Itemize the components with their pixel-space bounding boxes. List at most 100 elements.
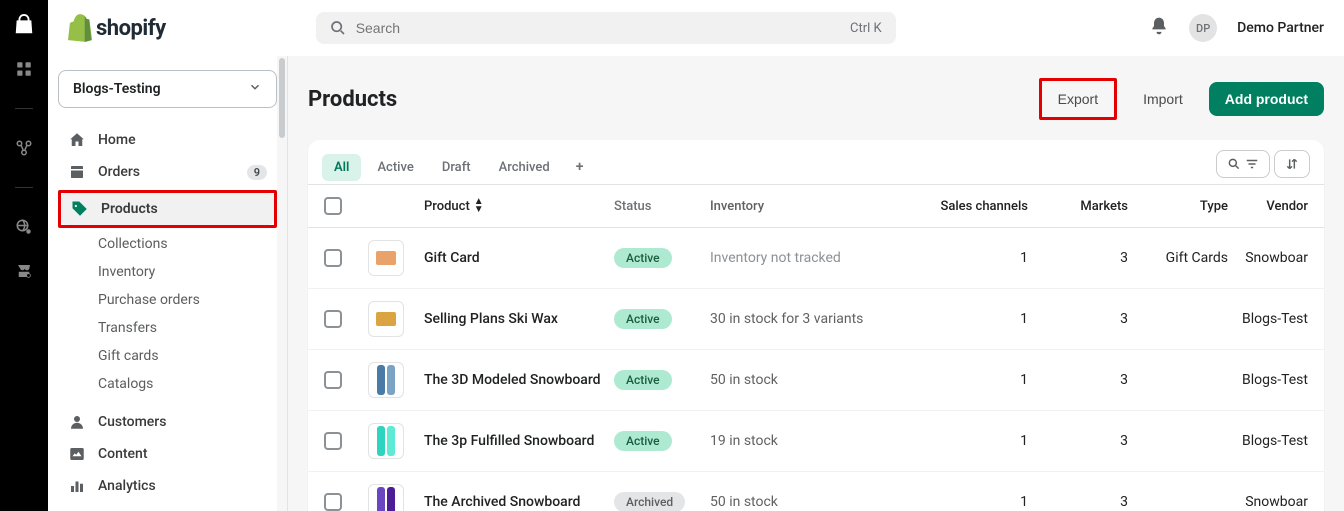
product-thumbnail[interactable] [368, 423, 404, 459]
product-name[interactable]: Selling Plans Ski Wax [424, 311, 558, 327]
select-all-checkbox[interactable] [324, 197, 342, 215]
search-box[interactable]: Ctrl K [316, 12, 896, 44]
vendor-cell: Blogs-Test [1228, 311, 1308, 327]
status-badge: Active [614, 370, 672, 390]
markets-cell: 3 [1028, 433, 1128, 449]
product-thumbnail[interactable] [368, 301, 404, 337]
orders-icon [68, 163, 86, 181]
markets-cell: 3 [1028, 250, 1128, 266]
type-cell: Gift Cards [1128, 250, 1228, 266]
rail-channels-icon[interactable] [13, 137, 35, 159]
header-vendor[interactable]: Vendor [1228, 199, 1308, 214]
export-button[interactable]: Export [1044, 83, 1112, 115]
sidebar-item-content[interactable]: Content [58, 438, 277, 470]
vendor-cell: Snowboar [1228, 494, 1308, 510]
status-badge: Active [614, 248, 672, 268]
header-sales[interactable]: Sales channels [928, 199, 1028, 214]
product-thumbnail[interactable] [368, 362, 404, 398]
row-checkbox[interactable] [324, 493, 342, 511]
header-product[interactable]: Product ▲▼ [424, 198, 614, 214]
header-status[interactable]: Status [614, 199, 710, 214]
row-checkbox[interactable] [324, 310, 342, 328]
product-name[interactable]: The 3D Modeled Snowboard [424, 372, 601, 388]
search-filter-button[interactable] [1216, 150, 1270, 178]
inventory-cell: 19 in stock [710, 433, 928, 449]
search-input[interactable] [356, 20, 840, 36]
products-icon [71, 200, 89, 218]
user-name[interactable]: Demo Partner [1237, 20, 1324, 36]
sidebar-sub-catalogs[interactable]: Catalogs [58, 370, 277, 398]
tab-archived[interactable]: Archived [487, 154, 562, 181]
row-checkbox[interactable] [324, 432, 342, 450]
customers-icon [68, 413, 86, 431]
table-row[interactable]: The Archived SnowboardArchived50 in stoc… [308, 472, 1324, 511]
row-checkbox[interactable] [324, 249, 342, 267]
tab-add-view[interactable]: + [566, 155, 594, 179]
tab-all[interactable]: All [322, 154, 361, 181]
table-row[interactable]: The 3p Fulfilled Snowboard Active 19 in st… [308, 411, 1324, 472]
sidebar-item-label: Orders [98, 164, 140, 180]
header-inventory[interactable]: Inventory [710, 199, 928, 214]
status-badge: Archived [614, 492, 685, 511]
status-badge: Active [614, 309, 672, 329]
sort-button[interactable] [1274, 150, 1310, 178]
table-header: Product ▲▼ Status Inventory Sales channe… [308, 185, 1324, 228]
sidebar-item-orders[interactable]: Orders 9 [58, 156, 277, 188]
sales-cell: 1 [928, 494, 1028, 510]
sales-cell: 1 [928, 250, 1028, 266]
vendor-cell: Blogs-Test [1228, 433, 1308, 449]
markets-cell: 3 [1028, 494, 1128, 510]
sidebar-item-home[interactable]: Home [58, 124, 277, 156]
table-row[interactable]: Selling Plans Ski Wax Active 30 in stock f… [308, 289, 1324, 350]
markets-cell: 3 [1028, 372, 1128, 388]
rail-store-gear-icon[interactable] [13, 260, 35, 282]
sidebar-scrollbar[interactable] [277, 56, 287, 511]
sidebar-sub-collections[interactable]: Collections [58, 230, 277, 258]
top-bar: shopify Ctrl K DP Demo Partner [48, 0, 1344, 56]
chevron-down-icon [248, 80, 262, 98]
home-icon [68, 131, 86, 149]
products-card: All Active Draft Archived + [308, 140, 1324, 511]
sidebar-item-analytics[interactable]: Analytics [58, 470, 277, 502]
sidebar-item-label: Products [101, 201, 158, 217]
sidebar-sub-gift-cards[interactable]: Gift cards [58, 342, 277, 370]
sidebar-item-customers[interactable]: Customers [58, 406, 277, 438]
sidebar-item-label: Home [98, 132, 136, 148]
product-thumbnail[interactable] [368, 240, 404, 276]
tab-active[interactable]: Active [365, 154, 425, 181]
header-type[interactable]: Type [1128, 199, 1228, 214]
rail-dashboard-icon[interactable] [13, 58, 35, 80]
sidebar-item-products[interactable]: Products [61, 193, 274, 225]
store-selector[interactable]: Blogs-Testing [58, 70, 277, 108]
add-product-button[interactable]: Add product [1209, 82, 1324, 116]
table-row[interactable]: Gift CardActiveInventory not tracked13Gi… [308, 228, 1324, 289]
page-title: Products [308, 87, 397, 112]
product-name[interactable]: The Archived Snowboard [424, 494, 580, 510]
sales-cell: 1 [928, 311, 1028, 327]
product-name[interactable]: Gift Card [424, 250, 480, 266]
content-icon [68, 445, 86, 463]
product-name[interactable]: The 3p Fulfilled Snowboard [424, 433, 594, 449]
product-thumbnail[interactable] [368, 484, 404, 511]
sidebar-item-label: Content [98, 446, 148, 462]
inventory-cell: 30 in stock for 3 variants [710, 311, 928, 327]
shopify-bag-icon[interactable] [13, 14, 35, 36]
row-checkbox[interactable] [324, 371, 342, 389]
table-row[interactable]: The 3D Modeled SnowboardActive50 in stoc… [308, 350, 1324, 411]
header-markets[interactable]: Markets [1028, 199, 1128, 214]
avatar[interactable]: DP [1189, 14, 1217, 42]
sidebar-sub-transfers[interactable]: Transfers [58, 314, 277, 342]
tab-draft[interactable]: Draft [430, 154, 483, 181]
notifications-icon[interactable] [1149, 16, 1169, 40]
logo[interactable]: shopify [68, 14, 166, 42]
rail-globe-gear-icon[interactable] [13, 216, 35, 238]
status-badge: Active [614, 431, 672, 451]
sidebar-item-label: Customers [98, 414, 166, 430]
sidebar-sub-inventory[interactable]: Inventory [58, 258, 277, 286]
sidebar-sub-purchase-orders[interactable]: Purchase orders [58, 286, 277, 314]
sort-arrows-icon: ▲▼ [474, 198, 484, 214]
sales-cell: 1 [928, 433, 1028, 449]
search-shortcut: Ctrl K [850, 21, 882, 36]
filter-icon [1245, 157, 1259, 171]
import-button[interactable]: Import [1129, 83, 1197, 115]
